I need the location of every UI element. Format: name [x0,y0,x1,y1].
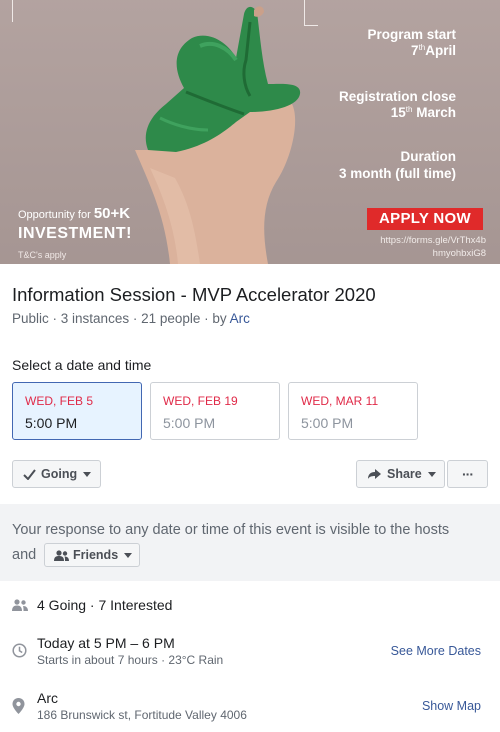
event-title: Information Session - MVP Accelerator 20… [12,284,376,305]
share-button[interactable]: Share [356,460,445,488]
registration-suffix: th [405,105,413,114]
audience-friends-button[interactable]: Friends [44,543,140,567]
investment-text: INVESTMENT! [18,225,132,242]
duration-label: Duration [400,149,457,164]
show-map-link[interactable]: Show Map [422,699,481,713]
friends-icon [54,549,69,561]
location-address: 186 Brunswick st, Fortitude Valley 4006 [37,708,247,722]
checkmark-icon [23,468,36,480]
event-time: Today at 5 PM – 6 PM [37,635,175,651]
going-label: Going [41,467,78,481]
event-host-link[interactable]: Arc [230,311,250,326]
program-start-value: 7thApril [411,43,456,58]
visibility-and-label: and [12,547,37,563]
form-url-line1: https://forms.gle/VrThx4b [380,235,486,246]
date-option-day: WED, MAR 11 [301,394,379,408]
more-options-icon: ··· [462,466,474,482]
share-arrow-icon [368,468,381,479]
event-people: 21 people [141,311,201,326]
registration-day: 15 [390,105,406,120]
chevron-down-icon [83,471,92,477]
date-option-time: 5:00 PM [25,415,78,431]
date-option-time: 5:00 PM [163,415,216,431]
date-option-day: WED, FEB 5 [25,394,94,408]
date-option-time: 5:00 PM [301,415,354,431]
event-cover-image[interactable]: Program start 7thApril Registration clos… [0,0,500,264]
select-date-label: Select a date and time [12,357,152,373]
visibility-notice-text: Your response to any date or time of thi… [12,522,450,538]
program-start-label: Program start [367,27,456,42]
attendance-summary[interactable]: 4 Going · 7 Interested [37,597,172,613]
clock-icon [12,643,27,658]
audience-label: Friends [73,548,119,562]
registration-close-label: Registration close [338,89,456,104]
share-label: Share [387,467,422,481]
date-option-day: WED, FEB 19 [163,394,238,408]
registration-close-value: 15th March [391,105,456,120]
duration-value: 3 month (full time) [339,166,456,181]
terms-text: T&C's apply [18,250,67,260]
event-meta: Public · 3 instances · 21 people · by Ar… [12,311,250,326]
event-privacy: Public [12,311,49,326]
people-icon [12,599,28,611]
opportunity-text: Opportunity for 50+K [18,205,130,222]
more-options-button[interactable]: ··· [447,460,488,488]
registration-month: March [416,105,456,120]
location-name[interactable]: Arc [37,690,58,706]
event-time-sub: Starts in about 7 hours · 23°C Rain [37,653,224,667]
chevron-down-icon [124,552,133,558]
see-more-dates-link[interactable]: See More Dates [391,644,481,658]
opportunity-label: Opportunity for [18,209,91,221]
going-button[interactable]: Going [12,460,101,488]
program-start-month: April [425,43,456,58]
chevron-down-icon [427,471,436,477]
location-pin-icon [12,698,25,714]
date-option-feb-5[interactable]: WED, FEB 5 5:00 PM [12,382,142,440]
date-option-feb-19[interactable]: WED, FEB 19 5:00 PM [150,382,280,440]
form-url-line2: hmyohbxiG8 [432,248,486,259]
date-option-mar-11[interactable]: WED, MAR 11 5:00 PM [288,382,418,440]
event-by-label: by [212,311,227,326]
opportunity-amount: 50+K [93,205,131,222]
event-instances: 3 instances [60,311,130,326]
program-start-day: 7 [411,43,419,58]
apply-now-badge: APPLY NOW [367,208,483,230]
visibility-notice: Your response to any date or time of thi… [0,504,500,581]
